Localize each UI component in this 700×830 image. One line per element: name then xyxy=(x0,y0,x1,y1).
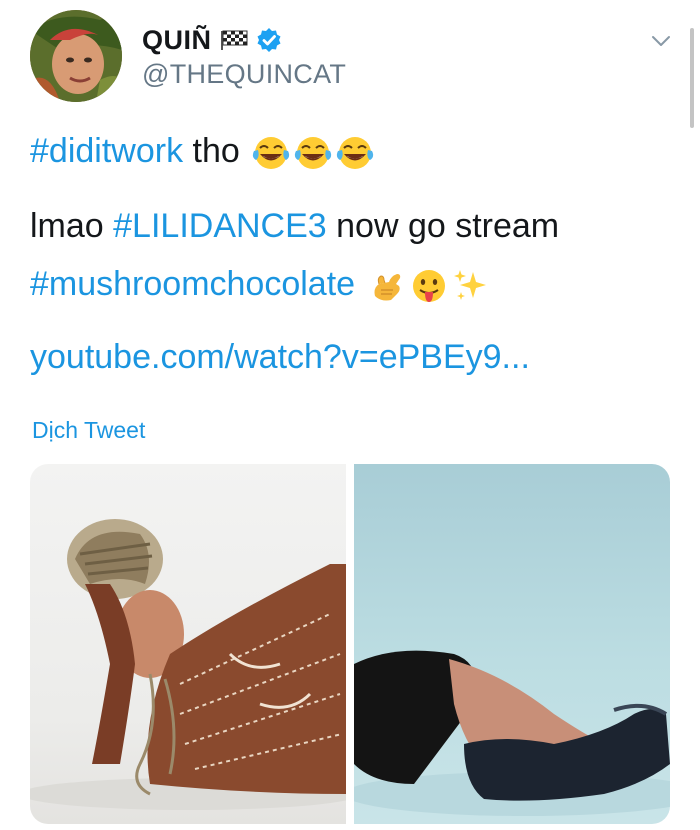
checkered-flag-icon xyxy=(220,30,248,50)
hashtag-mushroomchocolate[interactable]: #mushroomchocolate xyxy=(30,265,355,303)
tweet-card: QUIÑ @THEQUINCAT #diditwork tho lmao #LI… xyxy=(0,0,700,830)
woman-reclining-image xyxy=(30,519,346,810)
call-me-hand-emoji xyxy=(367,266,407,306)
tweet-text: now go stream xyxy=(326,207,560,245)
chevron-down-icon[interactable] xyxy=(648,28,674,54)
tongue-out-emoji xyxy=(409,266,449,306)
tears-of-joy-emoji xyxy=(335,133,375,173)
media-photo-1[interactable] xyxy=(30,464,346,824)
tweet-text: lmao xyxy=(30,207,114,245)
tweet-line-link: youtube.com/watch?v=ePBEy9... xyxy=(30,336,530,378)
tweet-line-3: #mushroomchocolate xyxy=(30,263,491,306)
legs-boots-image xyxy=(354,650,670,816)
tears-of-joy-emoji xyxy=(293,133,333,173)
display-name[interactable]: QUIÑ xyxy=(142,24,212,56)
media-photo-2[interactable] xyxy=(354,464,670,824)
tweet-line-1: #diditwork tho xyxy=(30,130,375,173)
sparkles-emoji xyxy=(451,266,491,306)
youtube-link[interactable]: youtube.com/watch?v=ePBEy9... xyxy=(30,338,530,376)
avatar[interactable] xyxy=(30,10,122,102)
verified-badge-icon xyxy=(256,27,282,53)
user-handle[interactable]: @THEQUINCAT xyxy=(142,59,346,89)
tears-of-joy-emoji xyxy=(251,133,291,173)
scrollbar[interactable] xyxy=(690,28,694,128)
hashtag-diditwork[interactable]: #diditwork xyxy=(30,132,183,170)
tweet-line-2: lmao #LILIDANCE3 now go stream xyxy=(30,205,559,247)
display-name-row: QUIÑ xyxy=(142,24,282,56)
tweet-text: tho xyxy=(183,132,240,170)
media-grid xyxy=(30,464,670,824)
hashtag-lilidance3[interactable]: #LILIDANCE3 xyxy=(113,207,327,245)
translate-tweet-link[interactable]: Dịch Tweet xyxy=(32,416,145,444)
avatar-photo xyxy=(30,10,122,102)
